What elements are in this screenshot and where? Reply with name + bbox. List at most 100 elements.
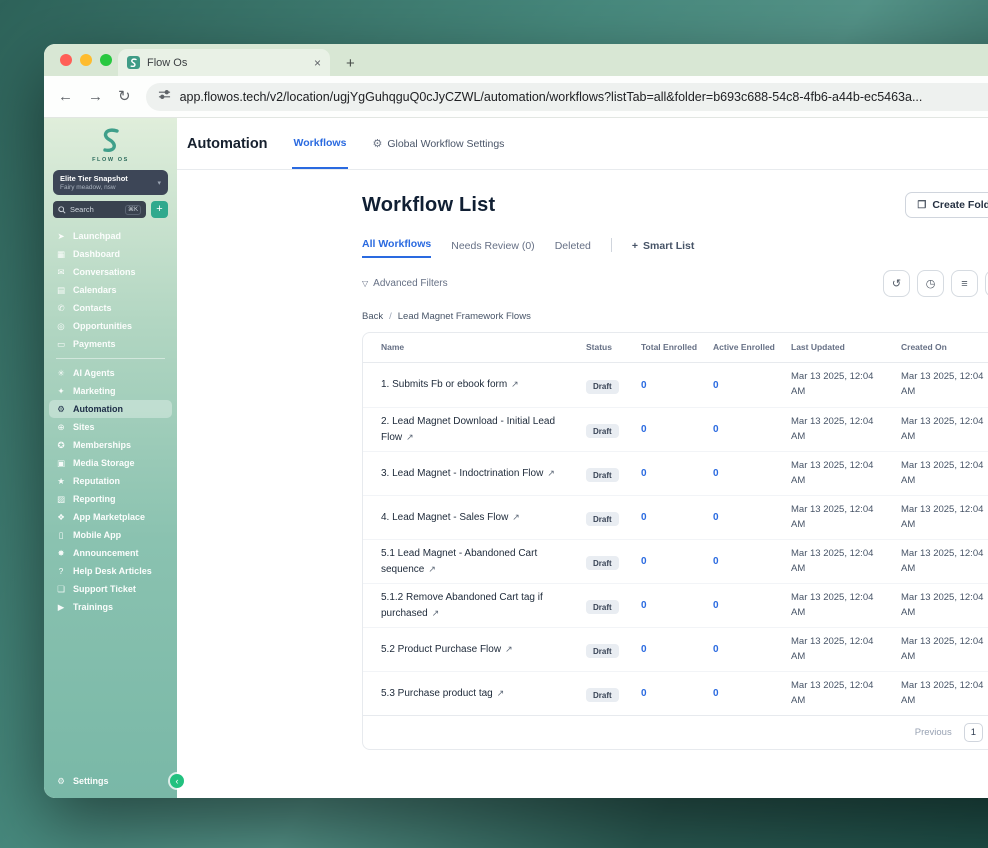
active-enrolled-value[interactable]: 0 [713, 556, 791, 567]
smart-list-button[interactable]: + Smart List [632, 240, 695, 258]
sidebar-item-opportunities[interactable]: ◎ Opportunities [44, 317, 177, 335]
sidebar-item-support-ticket[interactable]: ❏ Support Ticket [44, 580, 177, 598]
sidebar-collapse-toggle[interactable]: ‹ [170, 774, 184, 788]
marketing-icon: ✦ [57, 385, 65, 396]
column-header-last-updated[interactable]: Last Updated [791, 342, 901, 353]
tab-needs-review[interactable]: Needs Review (0) [451, 240, 534, 258]
workflow-name-link[interactable]: 3. Lead Magnet - Indoctrination Flow [381, 468, 543, 479]
table-row[interactable]: 5.2 Product Purchase Flow ↗ Draft 0 0 Mar… [363, 627, 988, 671]
active-enrolled-value[interactable]: 0 [713, 424, 791, 435]
total-enrolled-value[interactable]: 0 [641, 424, 713, 435]
total-enrolled-value[interactable]: 0 [641, 644, 713, 655]
tab-deleted[interactable]: Deleted [555, 240, 591, 258]
sidebar-item-reporting[interactable]: ▨ Reporting [44, 490, 177, 508]
site-settings-icon[interactable] [158, 88, 171, 106]
quick-add-button[interactable]: + [151, 201, 168, 218]
external-link-icon[interactable]: ↗ [428, 564, 436, 574]
advanced-filters-button[interactable]: ▽ Advanced Filters [362, 278, 448, 289]
total-enrolled-value[interactable]: 0 [641, 468, 713, 479]
column-header-status[interactable]: Status [586, 342, 641, 353]
tab-all-workflows[interactable]: All Workflows [362, 238, 432, 258]
sidebar-item-help-desk-articles[interactable]: ? Help Desk Articles [44, 562, 177, 580]
column-header-created-on[interactable]: Created On [901, 342, 988, 353]
url-field[interactable]: app.flowos.tech/v2/location/ugjYgGuhqguQ… [145, 82, 988, 111]
schedule-button[interactable]: ◷ [917, 270, 944, 297]
close-window-button[interactable] [60, 54, 72, 66]
column-header-name[interactable]: Name [381, 342, 586, 353]
sidebar-item-payments[interactable]: ▭ Payments [44, 335, 177, 353]
breadcrumb-back[interactable]: Back [362, 311, 383, 322]
active-enrolled-value[interactable]: 0 [713, 512, 791, 523]
sidebar-item-trainings[interactable]: ▶ Trainings [44, 598, 177, 616]
sidebar-item-automation[interactable]: ⚙ Automation [49, 400, 172, 418]
external-link-icon[interactable]: ↗ [505, 644, 513, 654]
external-link-icon[interactable]: ↗ [497, 688, 505, 698]
column-header-total-enrolled[interactable]: Total Enrolled [641, 342, 713, 353]
app-shell: FLOW OS Elite Tier Snapshot Fairy meadow… [44, 118, 988, 798]
reload-icon[interactable]: ↻ [118, 89, 131, 104]
total-enrolled-value[interactable]: 0 [641, 688, 713, 699]
total-enrolled-value[interactable]: 0 [641, 380, 713, 391]
tab-workflows[interactable]: Workflows [291, 118, 349, 169]
sidebar-item-media-storage[interactable]: ▣ Media Storage [44, 454, 177, 472]
browser-tab[interactable]: Flow Os × [118, 49, 330, 76]
table-row[interactable]: 5.1 Lead Magnet - Abandoned Cart sequenc… [363, 539, 988, 583]
new-tab-button[interactable]: + [346, 56, 355, 71]
sidebar-item-conversations[interactable]: ✉ Conversations [44, 263, 177, 281]
external-link-icon[interactable]: ↗ [511, 379, 519, 389]
sidebar-item-announcement[interactable]: ✸ Announcement [44, 544, 177, 562]
tab-close-icon[interactable]: × [314, 56, 321, 70]
account-switcher[interactable]: Elite Tier Snapshot Fairy meadow, nsw ▾ [53, 170, 168, 195]
zoom-window-button[interactable] [100, 54, 112, 66]
table-row[interactable]: 1. Submits Fb or ebook form ↗ Draft 0 0 M… [363, 363, 988, 407]
column-header-active-enrolled[interactable]: Active Enrolled [713, 342, 791, 353]
external-link-icon[interactable]: ↗ [512, 512, 520, 522]
tab-global-workflow-settings[interactable]: ⚙ Global Workflow Settings [372, 118, 504, 169]
page-number-button[interactable]: 1 [963, 723, 983, 742]
workflow-name-link[interactable]: 4. Lead Magnet - Sales Flow [381, 512, 508, 523]
sidebar-item-sites[interactable]: ⊕ Sites [44, 418, 177, 436]
table-row[interactable]: 5.3 Purchase product tag ↗ Draft 0 0 Mar … [363, 671, 988, 715]
workflow-name-link[interactable]: 5.3 Purchase product tag [381, 688, 493, 699]
workflow-name-link[interactable]: 1. Submits Fb or ebook form [381, 379, 507, 390]
external-link-icon[interactable]: ↗ [547, 468, 555, 478]
back-icon[interactable]: ← [58, 89, 73, 104]
list-view-button[interactable]: ≡ [951, 270, 978, 297]
external-link-icon[interactable]: ↗ [406, 432, 414, 442]
sidebar-item-dashboard[interactable]: ▦ Dashboard [44, 245, 177, 263]
table-row[interactable]: 2. Lead Magnet Download - Initial Lead F… [363, 407, 988, 451]
workflow-name-link[interactable]: 5.1 Lead Magnet - Abandoned Cart sequenc… [381, 548, 537, 575]
active-enrolled-value[interactable]: 0 [713, 644, 791, 655]
workflow-name-link[interactable]: 5.2 Product Purchase Flow [381, 644, 501, 655]
sidebar-item-memberships[interactable]: ✪ Memberships [44, 436, 177, 454]
sidebar-item-contacts[interactable]: ✆ Contacts [44, 299, 177, 317]
external-link-icon[interactable]: ↗ [432, 608, 440, 618]
tabs-divider [610, 238, 612, 252]
table-row[interactable]: 4. Lead Magnet - Sales Flow ↗ Draft 0 0 M… [363, 495, 988, 539]
active-enrolled-value[interactable]: 0 [713, 600, 791, 611]
previous-page-button[interactable]: Previous [915, 727, 952, 738]
table-row[interactable]: 3. Lead Magnet - Indoctrination Flow ↗ Dr… [363, 451, 988, 495]
sidebar-item-mobile-app[interactable]: ▯ Mobile App [44, 526, 177, 544]
total-enrolled-value[interactable]: 0 [641, 556, 713, 567]
table-row[interactable]: 5.1.2 Remove Abandoned Cart tag if purch… [363, 583, 988, 627]
sidebar-item-marketing[interactable]: ✦ Marketing [44, 382, 177, 400]
history-button[interactable]: ↺ [883, 270, 910, 297]
create-folder-button[interactable]: ❐ Create Folder [905, 192, 988, 218]
total-enrolled-value[interactable]: 0 [641, 600, 713, 611]
active-enrolled-value[interactable]: 0 [713, 468, 791, 479]
workflow-name-link[interactable]: 5.1.2 Remove Abandoned Cart tag if purch… [381, 592, 543, 619]
sidebar-item-reputation[interactable]: ★ Reputation [44, 472, 177, 490]
sidebar-item-launchpad[interactable]: ➤ Launchpad [44, 227, 177, 245]
active-enrolled-value[interactable]: 0 [713, 380, 791, 391]
total-enrolled-value[interactable]: 0 [641, 512, 713, 523]
sidebar-item-calendars[interactable]: ▤ Calendars [44, 281, 177, 299]
forward-icon[interactable]: → [88, 89, 103, 104]
minimize-window-button[interactable] [80, 54, 92, 66]
active-enrolled-value[interactable]: 0 [713, 688, 791, 699]
sidebar-item-ai-agents[interactable]: ✳ AI Agents [44, 364, 177, 382]
sidebar-item-app-marketplace[interactable]: ❖ App Marketplace [44, 508, 177, 526]
reporting-icon: ▨ [56, 493, 66, 504]
search-input[interactable]: Search ⌘K [53, 201, 146, 218]
sidebar-item-settings[interactable]: ⚙ Settings [44, 772, 177, 790]
